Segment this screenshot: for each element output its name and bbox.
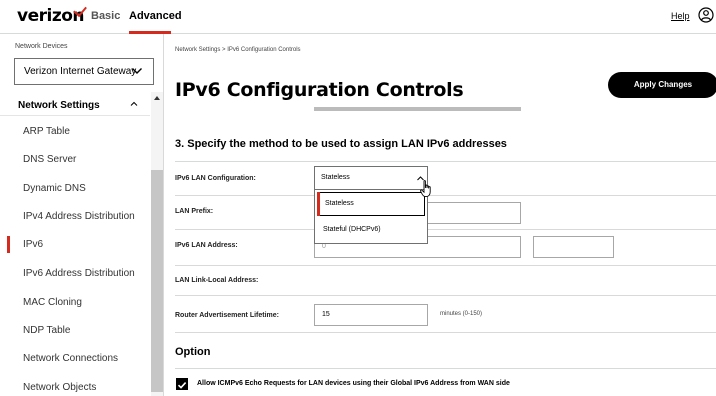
allow-icmpv6-checkbox[interactable] [176, 378, 188, 390]
sidebar-item-label: NDP Table [23, 325, 71, 336]
sidebar-item-label: DNS Server [23, 154, 77, 165]
sidebar-item-network-connections[interactable]: Network Connections [0, 345, 150, 373]
router-advertisement-lifetime-label: Router Advertisement Lifetime: [175, 312, 279, 319]
sidebar-item-label: ARP Table [23, 126, 70, 137]
sidebar-item-label: Dynamic DNS [23, 183, 86, 194]
chevron-down-icon [132, 68, 142, 74]
help-link[interactable]: Help [671, 11, 690, 21]
scroll-up-arrow-icon[interactable] [154, 95, 160, 101]
sidebar-item-ndp-table[interactable]: NDP Table [0, 317, 150, 345]
device-select[interactable]: Verizon Internet Gateway [14, 58, 154, 85]
sidebar-item-label: IPv6 [23, 239, 44, 250]
ipv6-lan-address-label: IPv6 LAN Address: [175, 242, 238, 249]
ipv6-lan-configuration-select[interactable]: Stateless [314, 166, 428, 190]
sidebar-item-label: MAC Cloning [23, 297, 82, 308]
sidebar-item-label: IPv6 Address Distribution [23, 268, 135, 279]
option-stateful-dhcpv6[interactable]: Stateful (DHCPv6) [315, 217, 427, 244]
divider [175, 368, 716, 369]
main-content: Network Settings > IPv6 Configuration Co… [164, 34, 716, 396]
lan-prefix-label: LAN Prefix: [175, 208, 214, 215]
hand-cursor-icon [420, 180, 431, 198]
previous-field-edge [314, 107, 521, 111]
sidebar-section-title: Network Settings [18, 100, 100, 111]
sidebar-scrollbar-thumb[interactable] [151, 170, 163, 392]
breadcrumb: Network Settings > IPv6 Configuration Co… [175, 47, 301, 53]
router-advertisement-lifetime-value: 15 [322, 311, 330, 318]
sidebar-item-dns-server[interactable]: DNS Server [0, 146, 150, 174]
divider [175, 195, 716, 196]
router-advertisement-lifetime-input[interactable]: 15 [314, 304, 428, 326]
network-devices-label: Network Devices [15, 43, 68, 50]
option-stateless[interactable]: Stateless [317, 192, 425, 216]
chevron-up-icon [130, 101, 138, 106]
selected-option-indicator [317, 192, 320, 216]
divider [175, 265, 716, 266]
ipv6-lan-configuration-options: Stateless Stateful (DHCPv6) [314, 190, 428, 244]
section-heading: 3. Specify the method to be used to assi… [175, 138, 507, 150]
divider [175, 161, 716, 162]
divider [175, 229, 716, 230]
sidebar: Network Devices Verizon Internet Gateway… [0, 34, 164, 396]
router-advertisement-units: minutes (0-150) [440, 311, 483, 317]
page-title: IPv6 Configuration Controls [175, 79, 464, 101]
select-value: Stateless [321, 174, 350, 181]
sidebar-item-label: Network Connections [23, 353, 119, 364]
option-label: Stateful (DHCPv6) [323, 226, 381, 233]
sidebar-item-ipv6[interactable]: IPv6 [0, 231, 150, 259]
allow-icmpv6-label: Allow ICMPv6 Echo Requests for LAN devic… [197, 380, 510, 387]
ipv6-lan-address-suffix-input[interactable] [533, 236, 614, 258]
sidebar-section-network-settings[interactable]: Network Settings [0, 92, 150, 116]
sidebar-item-label: Network Objects [23, 382, 97, 393]
sidebar-item-ipv4-address-distribution[interactable]: IPv4 Address Distribution [0, 203, 150, 231]
active-item-indicator [7, 236, 10, 253]
sidebar-scrollbar[interactable] [151, 92, 163, 396]
sidebar-item-ipv6-address-distribution[interactable]: IPv6 Address Distribution [0, 260, 150, 288]
user-icon[interactable] [698, 7, 714, 23]
ipv6-lan-address-value: 0 [322, 243, 326, 250]
sidebar-item-mac-cloning[interactable]: MAC Cloning [0, 289, 150, 317]
divider [175, 332, 716, 333]
sidebar-item-label: IPv4 Address Distribution [23, 211, 135, 222]
divider [175, 295, 716, 296]
top-navigation-bar: verizon Basic Advanced Help [0, 0, 716, 34]
tab-advanced[interactable]: Advanced [129, 10, 182, 22]
option-heading: Option [175, 346, 211, 358]
device-select-value: Verizon Internet Gateway [24, 66, 137, 77]
ipv6-lan-configuration-label: IPv6 LAN Configuration: [175, 175, 256, 182]
option-label: Stateless [325, 200, 354, 207]
lan-link-local-address-label: LAN Link-Local Address: [175, 277, 259, 284]
checkmark-icon [177, 382, 187, 389]
apply-changes-button[interactable]: Apply Changes [608, 72, 716, 98]
sidebar-item-arp-table[interactable]: ARP Table [0, 118, 150, 146]
tab-basic[interactable]: Basic [91, 10, 120, 22]
sidebar-item-dynamic-dns[interactable]: Dynamic DNS [0, 175, 150, 203]
sidebar-item-network-objects[interactable]: Network Objects [0, 374, 150, 396]
